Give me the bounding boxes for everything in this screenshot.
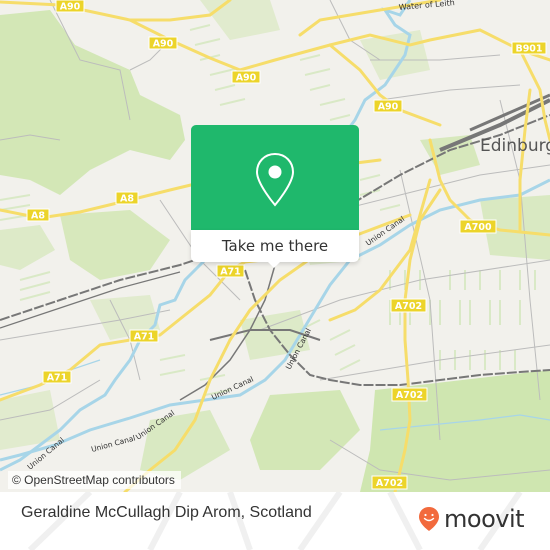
location-pin-icon [255,152,295,207]
location-popup: Take me there [191,125,359,268]
canal-label: Union Canal [210,374,255,401]
take-me-there-button[interactable]: Take me there [191,230,359,262]
place-title: Geraldine McCullagh Dip Arom, Scotland [21,504,312,521]
svg-text:A90: A90 [236,73,257,84]
svg-text:A702: A702 [395,301,422,312]
svg-text:A71: A71 [220,267,241,278]
road-shield-a702-3: A702 [371,475,408,490]
road-shield-a700: A700 [459,219,497,234]
road-shield-a71-1: A71 [216,264,245,278]
svg-text:A90: A90 [378,102,399,113]
moovit-logo[interactable]: moovit [418,504,525,534]
map-view[interactable]: A90 A90 A90 A90 B901 A8 A8 A700 A71 A71 … [0,0,550,492]
svg-text:A71: A71 [134,332,155,343]
road-shield-a71-2: A71 [129,329,159,343]
road-shield-a90-1: A90 [55,0,85,13]
road-shield-a702-1: A702 [390,298,427,313]
road-shield-a71-3: A71 [42,370,72,384]
river-label: Water of Leith [398,0,455,12]
canal-label: Union Canal [90,434,136,454]
road-shield-a702-2: A702 [391,387,428,402]
svg-text:A702: A702 [396,390,423,401]
svg-text:A90: A90 [153,39,174,50]
road-shield-a90-2: A90 [148,36,178,50]
svg-text:A90: A90 [60,2,81,13]
moovit-pin-icon [419,507,439,531]
road-shield-b901: B901 [511,41,547,55]
svg-text:A71: A71 [47,373,68,384]
road-shield-a90-3: A90 [231,70,261,84]
map-attribution[interactable]: © OpenStreetMap contributors [8,471,181,489]
brand-name: moovit [444,505,525,533]
svg-text:B901: B901 [515,44,542,55]
road-shield-a8-1: A8 [26,208,50,222]
city-label: Edinburgh [480,136,550,156]
svg-text:A702: A702 [376,478,403,489]
road-shield-a8-2: A8 [115,191,139,205]
svg-text:A8: A8 [31,211,45,222]
svg-text:A8: A8 [120,194,134,205]
road-shield-a90-4: A90 [373,99,403,113]
svg-text:A700: A700 [464,222,492,233]
footer-bar: Geraldine McCullagh Dip Arom, Scotland m… [0,492,550,550]
